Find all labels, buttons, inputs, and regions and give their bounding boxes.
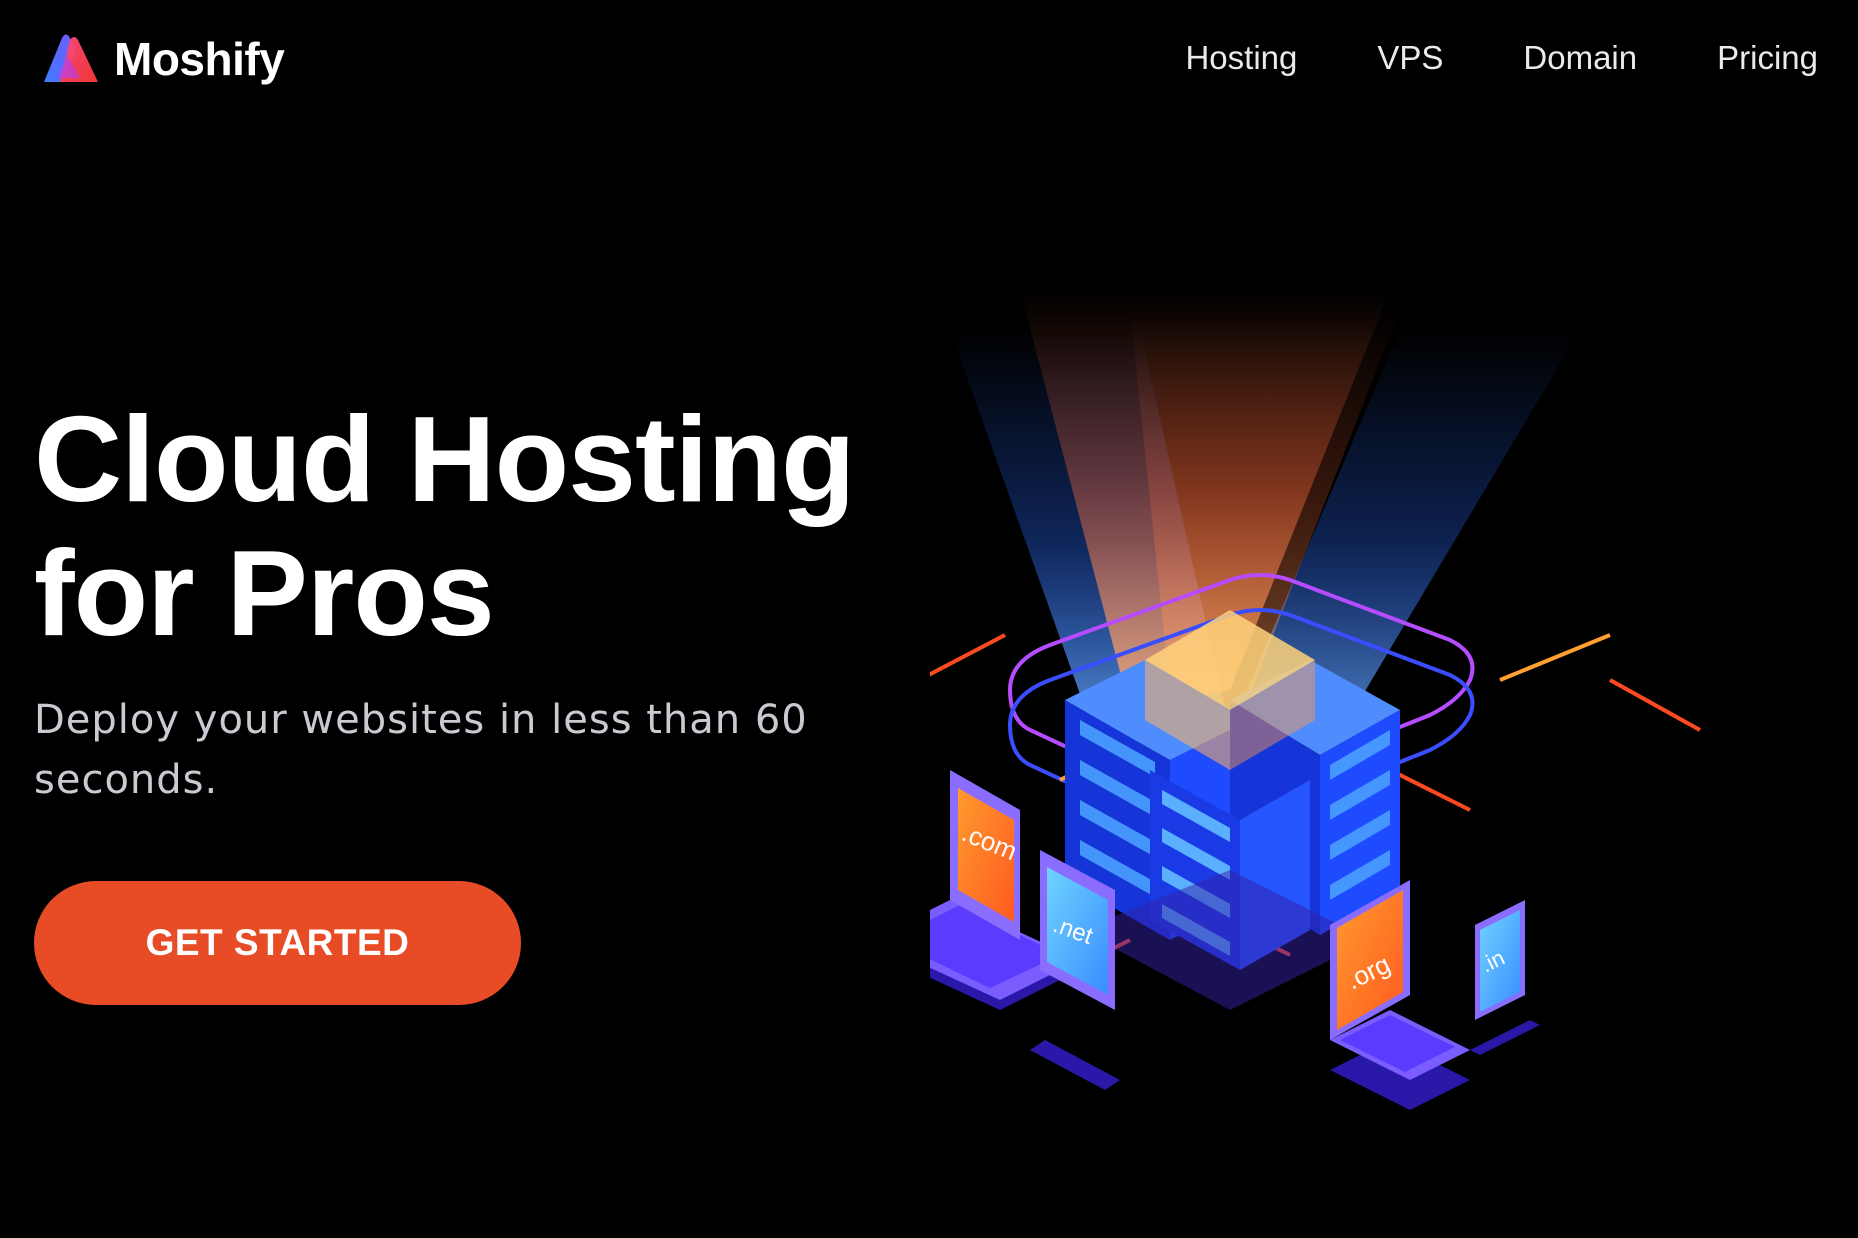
moshify-logo-icon: [44, 34, 98, 82]
laptop-org: .org: [1330, 880, 1470, 1110]
hero-subtitle: Deploy your websites in less than 60 sec…: [34, 697, 808, 803]
get-started-button[interactable]: GET STARTED: [34, 881, 521, 1005]
nav-hosting[interactable]: Hosting: [1185, 38, 1297, 78]
server-illustration: .com .net .org .in: [930, 290, 1701, 1110]
nav-pricing[interactable]: Pricing: [1717, 38, 1818, 78]
main-nav: Hosting VPS Domain Pricing: [1185, 38, 1818, 78]
phone-in: .in: [1470, 900, 1540, 1055]
landing-page: Moshify Hosting VPS Domain Pricing Cloud…: [0, 0, 1858, 1238]
nav-domain[interactable]: Domain: [1523, 38, 1637, 78]
hero-title: Cloud Hosting for Pros: [34, 391, 856, 661]
brand-name: Moshify: [114, 33, 285, 85]
tablet-net: .net: [1030, 850, 1120, 1090]
nav-vps[interactable]: VPS: [1377, 38, 1443, 78]
logo-link[interactable]: Moshify: [40, 32, 285, 86]
